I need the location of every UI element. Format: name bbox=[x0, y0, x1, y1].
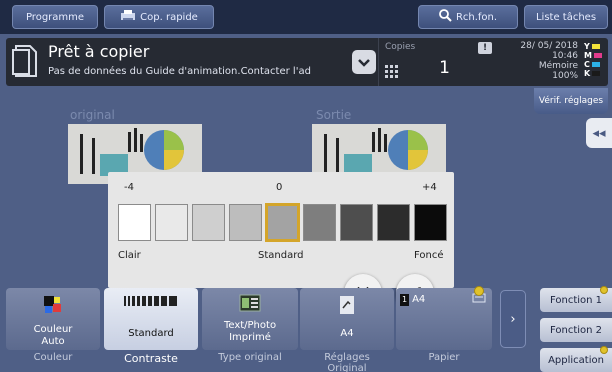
density-level-swatch[interactable] bbox=[377, 204, 410, 241]
caption-original-settings: Réglages Original bbox=[324, 352, 370, 372]
toner-c: C bbox=[584, 60, 604, 69]
caption-color: Couleur bbox=[33, 352, 73, 363]
tick-zero: 0 bbox=[276, 182, 283, 193]
tray-1-icon: 1 bbox=[400, 294, 410, 306]
original-settings-icon bbox=[338, 294, 356, 319]
color-mode-icon bbox=[42, 294, 64, 319]
application-status-dot bbox=[600, 346, 608, 354]
search-icon bbox=[439, 9, 452, 25]
contrast-value: Standard bbox=[128, 328, 174, 339]
tick-min: -4 bbox=[124, 182, 134, 193]
message-dropdown-button[interactable] bbox=[352, 50, 376, 74]
density-level-swatch[interactable] bbox=[303, 204, 336, 241]
density-level-swatch[interactable] bbox=[155, 204, 188, 241]
density-level-swatch[interactable] bbox=[192, 204, 225, 241]
tile-original-settings[interactable]: A4 bbox=[300, 288, 394, 350]
caption-contrast: Contraste bbox=[124, 352, 178, 365]
chevron-down-icon bbox=[352, 59, 376, 78]
verify-settings-button[interactable]: Vérif. réglages bbox=[534, 88, 608, 114]
standard-label: Standard bbox=[258, 250, 304, 261]
collapse-panel-button[interactable]: ◂◂ bbox=[586, 118, 612, 148]
datetime-panel: 28/ 05/ 2018 10:46 Mémoire 100% bbox=[520, 41, 578, 81]
status-bar: Prêt à copier Pas de données du Guide d'… bbox=[6, 38, 608, 86]
alert-icon[interactable]: ! bbox=[478, 42, 492, 54]
caption-paper: Papier bbox=[428, 352, 460, 363]
search-button[interactable]: Rch.fon. bbox=[418, 5, 518, 29]
density-level-swatch[interactable] bbox=[265, 203, 300, 242]
tile-color[interactable]: Couleur Auto bbox=[6, 288, 100, 350]
copies-value: 1 bbox=[439, 58, 450, 78]
chevron-right-icon: › bbox=[510, 311, 516, 327]
copies-label: Copies bbox=[385, 42, 416, 52]
memory-label: Mémoire bbox=[538, 61, 578, 71]
date-text: 28/ 05/ 2018 bbox=[520, 41, 578, 51]
density-swatches bbox=[118, 203, 447, 242]
toner-k: K bbox=[584, 69, 604, 78]
text-photo-icon bbox=[239, 294, 261, 317]
status-title: Prêt à copier bbox=[48, 42, 150, 61]
toner-y: Y bbox=[584, 42, 604, 51]
original-label: original bbox=[70, 108, 115, 122]
job-list-label: Liste tâches bbox=[535, 11, 597, 23]
density-level-swatch[interactable] bbox=[118, 204, 151, 241]
function-status-dot bbox=[600, 286, 608, 294]
toner-levels: Y M C K bbox=[584, 42, 604, 78]
tick-max: +4 bbox=[422, 182, 437, 193]
color-value: Couleur Auto bbox=[33, 324, 73, 347]
dark-label: Foncé bbox=[414, 250, 444, 261]
next-page-button[interactable]: › bbox=[500, 290, 526, 348]
document-icon bbox=[12, 44, 38, 78]
density-panel: -4 0 +4 Clair Standard Foncé bbox=[108, 172, 454, 288]
status-message: Pas de données du Guide d'animation.Cont… bbox=[48, 66, 311, 77]
light-label: Clair bbox=[118, 250, 141, 261]
caption-original-type: Type original bbox=[218, 352, 282, 363]
density-level-swatch[interactable] bbox=[414, 204, 447, 241]
function-2-button[interactable]: Fonction 2 bbox=[540, 318, 612, 342]
job-list-button[interactable]: Liste tâches bbox=[524, 5, 608, 29]
tile-original-type[interactable]: Text/Photo Imprimé bbox=[202, 288, 298, 350]
tile-paper[interactable]: 1 A4 bbox=[396, 288, 492, 350]
toner-m: M bbox=[584, 51, 604, 60]
double-chevron-left-icon: ◂◂ bbox=[592, 125, 606, 141]
quick-copy-label: Cop. rapide bbox=[140, 11, 198, 23]
time-text: 10:46 bbox=[552, 51, 578, 61]
copier-icon bbox=[120, 9, 136, 25]
programme-button[interactable]: Programme bbox=[12, 5, 98, 29]
original-settings-value: A4 bbox=[340, 328, 354, 339]
original-type-value: Text/Photo Imprimé bbox=[223, 320, 277, 343]
tile-contrast[interactable]: Standard bbox=[104, 288, 198, 350]
search-label: Rch.fon. bbox=[455, 11, 498, 23]
programme-label: Programme bbox=[25, 11, 85, 23]
memory-value: 100% bbox=[552, 71, 578, 81]
copies-counter[interactable]: Copies 1 bbox=[378, 38, 458, 86]
density-level-swatch[interactable] bbox=[229, 204, 262, 241]
keypad-icon bbox=[385, 64, 399, 78]
paper-status-dot bbox=[474, 286, 484, 296]
quick-copy-button[interactable]: Cop. rapide bbox=[104, 5, 214, 29]
density-scale-icon bbox=[124, 294, 178, 311]
top-bar: Programme Cop. rapide Rch.fon. Liste tâc… bbox=[0, 0, 612, 34]
density-level-swatch[interactable] bbox=[340, 204, 373, 241]
output-label: Sortie bbox=[316, 108, 352, 122]
